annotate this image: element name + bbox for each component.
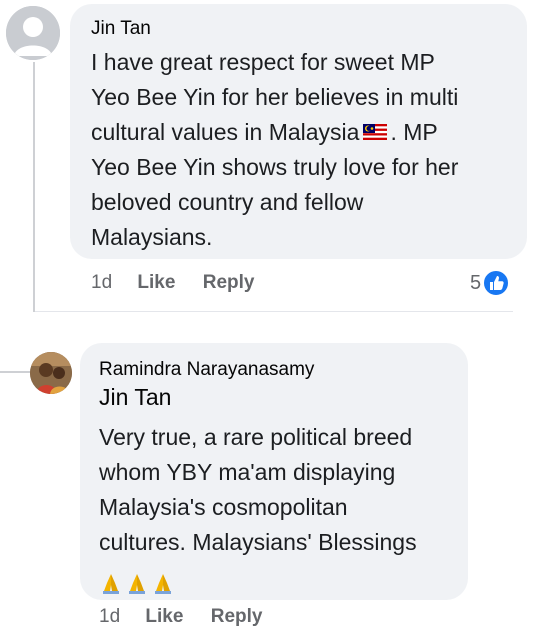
comment-text-line: I have great respect for sweet MP [91, 49, 435, 75]
reply-connector-line [0, 371, 30, 373]
thread-divider [35, 311, 513, 312]
comment-author[interactable]: Ramindra Narayanasamy [99, 359, 314, 381]
mention-tag[interactable]: Jin Tan [99, 384, 171, 411]
avatar[interactable] [6, 6, 60, 60]
comment-text-line: beloved country and fellow [91, 189, 364, 215]
emoji-row [99, 564, 459, 594]
comment-text-line: Malaysians. [91, 224, 213, 250]
comment-author[interactable]: Jin Tan [91, 18, 151, 40]
comment-timestamp[interactable]: 1d [99, 606, 120, 627]
comment-text-line-with-flag: cultural values in Malaysia . MP [91, 115, 521, 150]
reaction-summary[interactable]: 5 [470, 268, 511, 298]
comment-text-fragment: . MP [390, 119, 438, 145]
comment-actions: 1d Like Reply [91, 272, 254, 294]
reaction-count: 5 [470, 271, 482, 294]
like-icon [482, 269, 511, 297]
reply-button[interactable]: Reply [211, 606, 263, 627]
thread-line [33, 62, 35, 312]
comment-text-line: Yeo Bee Yin for her believes in multi [91, 84, 459, 110]
like-button[interactable]: Like [137, 272, 175, 293]
folded-hands-icon [155, 573, 171, 594]
comment-text: I have great respect for sweet MP Yeo Be… [91, 45, 521, 255]
comment-text: Very true, a rare political breed whom Y… [99, 420, 459, 594]
folded-hands-icon [129, 573, 145, 594]
comment-text-line: whom YBY ma'am displaying [99, 459, 396, 485]
default-avatar-icon [6, 6, 60, 60]
avatar[interactable] [30, 352, 72, 394]
malaysia-flag-icon [363, 123, 388, 140]
comment-actions: 1d Like Reply [99, 606, 262, 628]
comment-text-line: Yeo Bee Yin shows truly love for her [91, 154, 459, 180]
reply-button[interactable]: Reply [203, 272, 255, 293]
comment-text-line: cultures. Malaysians' Blessings [99, 529, 417, 555]
like-button[interactable]: Like [145, 606, 183, 627]
comment-timestamp[interactable]: 1d [91, 272, 112, 293]
folded-hands-icon [103, 573, 119, 594]
profile-photo-icon [30, 352, 72, 394]
comment-text-fragment: cultural values in Malaysia [91, 119, 360, 145]
comment-text-line: Malaysia's cosmopolitan [99, 494, 348, 520]
comment-text-line: Very true, a rare political breed [99, 424, 413, 450]
comment-thread: Jin Tan I have great respect for sweet M… [0, 0, 553, 632]
